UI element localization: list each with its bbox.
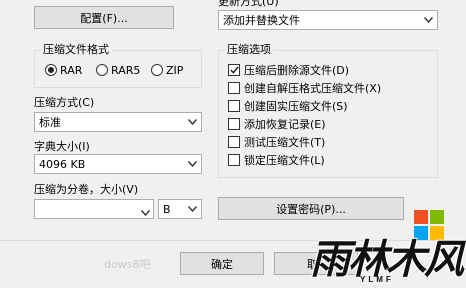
update-mode-value: 添加并替换文件 (223, 14, 300, 27)
create-sfx-checkbox[interactable] (228, 82, 240, 94)
update-mode-label: 更新方式(U) (218, 0, 279, 8)
ok-button-label: 确定 (211, 257, 233, 271)
split-unit-select[interactable]: B (158, 199, 202, 219)
radio-rar5[interactable] (96, 64, 108, 76)
chevron-down-icon (186, 116, 198, 128)
chevron-down-icon (186, 158, 198, 170)
archive-options-title: 压缩选项 (224, 43, 274, 56)
radio-zip-label: ZIP (166, 64, 184, 77)
radio-rar-label: RAR (60, 64, 83, 77)
radio-zip[interactable] (151, 64, 163, 76)
radio-rar[interactable] (45, 64, 57, 76)
update-mode-select[interactable]: 添加并替换文件 (218, 10, 438, 30)
lock-archive-label: 锁定压缩文件(L) (244, 154, 325, 167)
ylmf-logo: 雨林木风 YLMF (310, 236, 466, 288)
chevron-down-icon (422, 14, 434, 26)
checkmark-icon (229, 66, 239, 74)
add-recovery-checkbox[interactable] (228, 118, 240, 130)
compression-method-value: 标准 (39, 116, 61, 129)
faint-watermark-text: dows8吧 (104, 258, 151, 271)
radio-rar5-label: RAR5 (111, 64, 141, 77)
compression-method-label: 压缩方式(C) (34, 96, 95, 109)
dictionary-size-label: 字典大小(I) (34, 140, 90, 153)
dictionary-size-select[interactable]: 4096 KB (34, 154, 202, 174)
set-password-label: 设置密码(P)... (276, 202, 346, 216)
profiles-button-label: 配置(F)... (80, 11, 128, 25)
dictionary-size-value: 4096 KB (39, 157, 86, 171)
split-volumes-combo[interactable] (34, 199, 154, 219)
ylmf-logo-subtext: YLMF (360, 275, 394, 284)
test-archive-label: 测试压缩文件(T) (244, 136, 326, 149)
chevron-down-icon (140, 206, 151, 219)
split-volumes-label: 压缩为分卷，大小(V) (34, 183, 139, 196)
ok-button[interactable]: 确定 (180, 252, 264, 275)
add-recovery-label: 添加恢复记录(E) (244, 118, 326, 131)
create-sfx-label: 创建自解压格式压缩文件(X) (244, 82, 382, 95)
logo-square (414, 210, 428, 224)
lock-archive-checkbox[interactable] (228, 154, 240, 166)
test-archive-checkbox[interactable] (228, 136, 240, 148)
archive-format-title: 压缩文件格式 (40, 43, 112, 56)
profiles-button[interactable]: 配置(F)... (34, 6, 174, 29)
split-unit-value: B (163, 202, 171, 216)
create-solid-label: 创建固实压缩文件(S) (244, 100, 348, 113)
set-password-button[interactable]: 设置密码(P)... (218, 197, 404, 220)
chevron-down-icon (186, 203, 198, 215)
radio-selected-dot (48, 67, 54, 73)
compression-method-select[interactable]: 标准 (34, 112, 202, 132)
create-solid-checkbox[interactable] (228, 100, 240, 112)
delete-after-checkbox[interactable] (228, 64, 240, 76)
delete-after-label: 压缩后删除源文件(D) (244, 64, 350, 77)
